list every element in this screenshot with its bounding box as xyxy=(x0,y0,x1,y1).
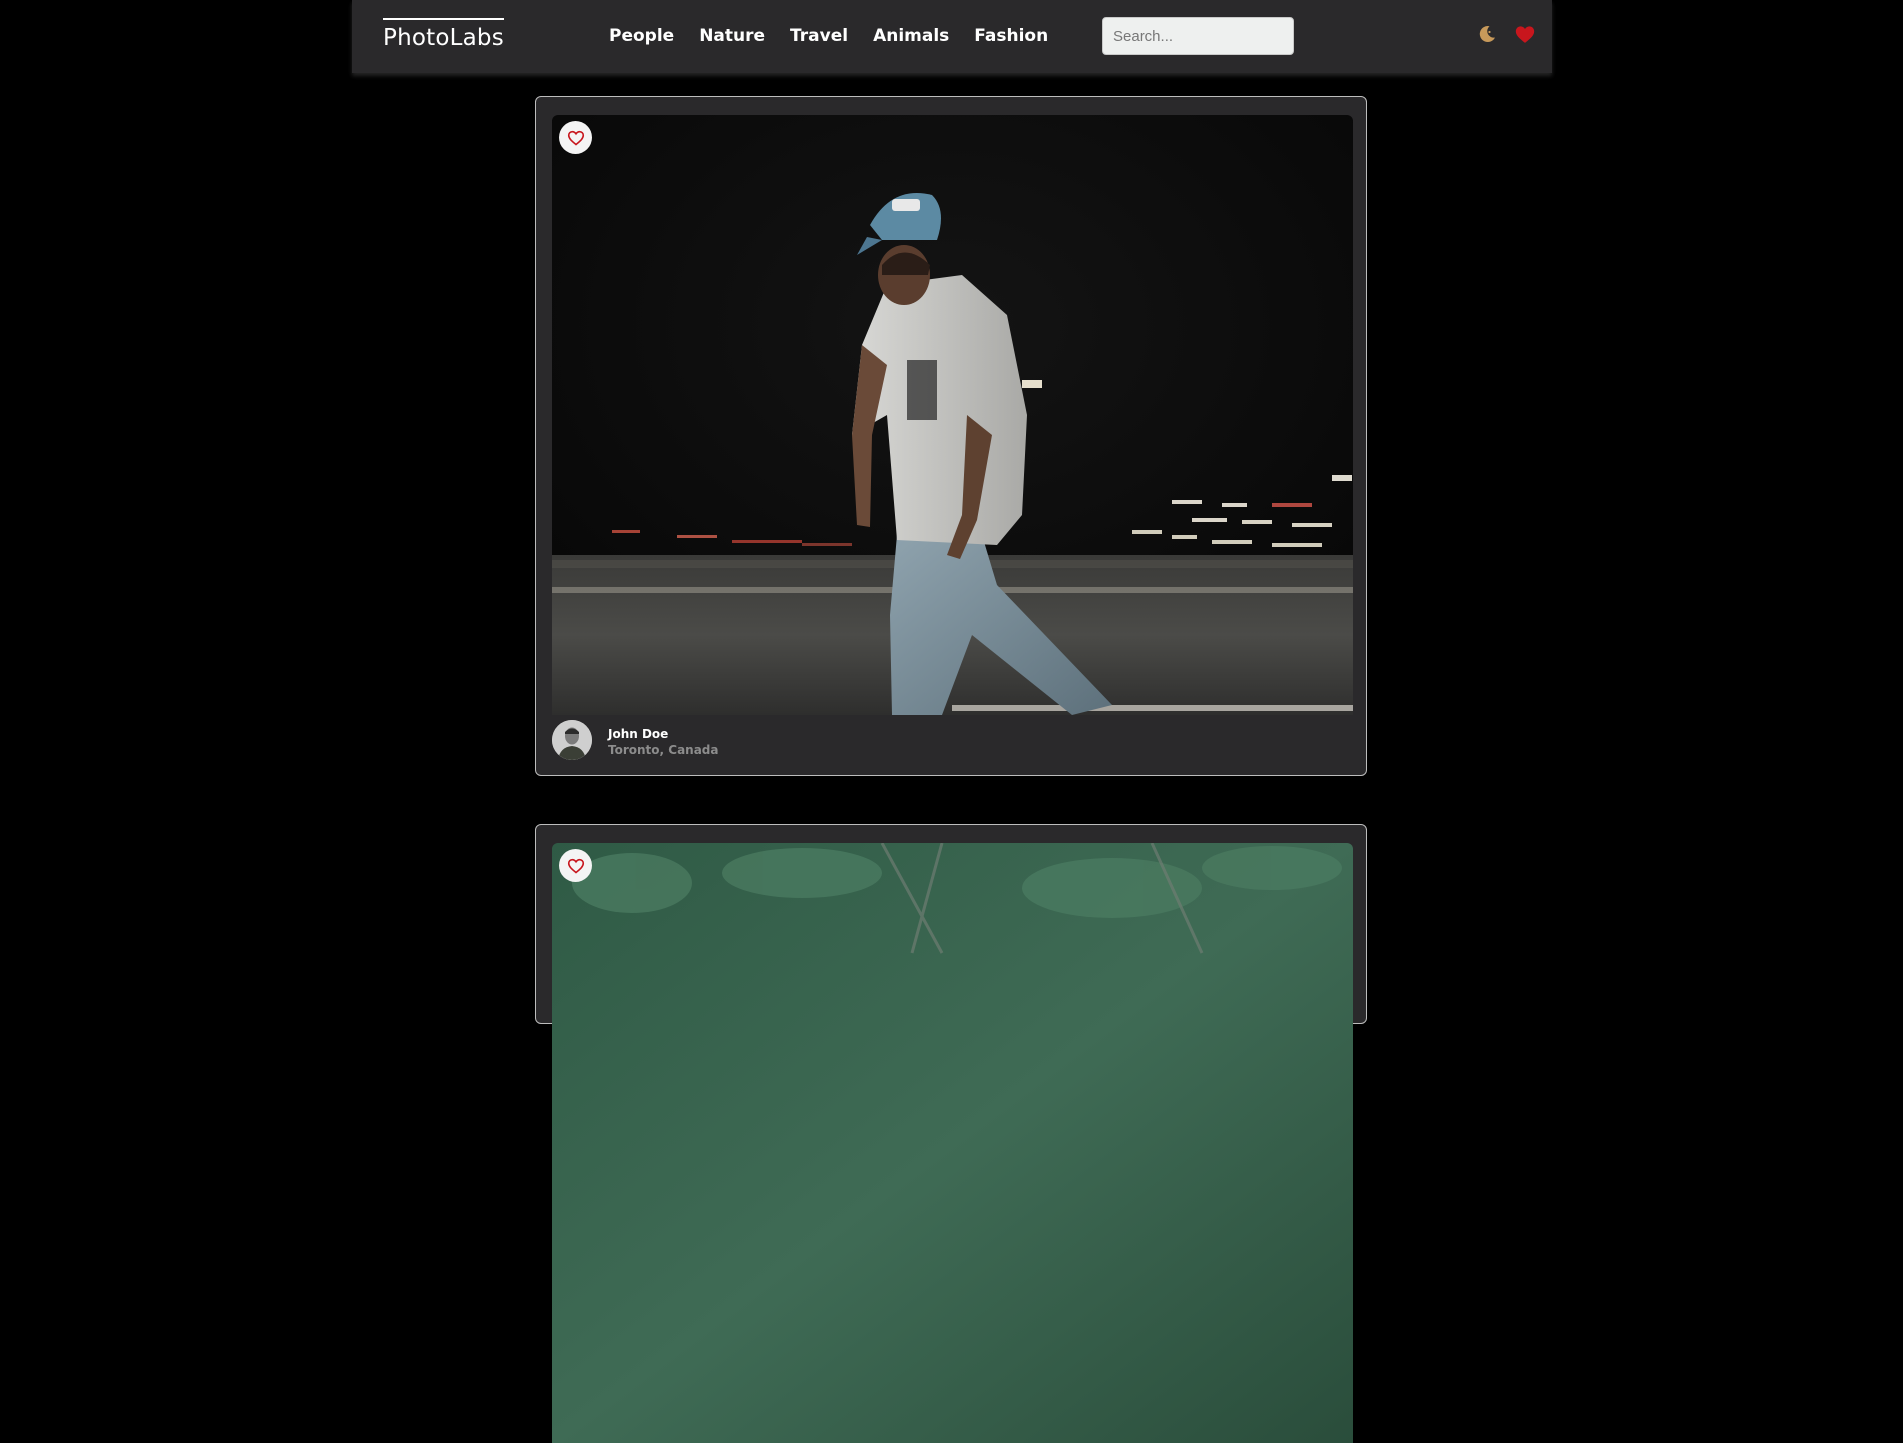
top-navigation-bar: PhotoLabs People Nature Travel Animals F… xyxy=(352,0,1552,73)
author-name: John Doe xyxy=(608,727,669,741)
heart-outline-icon[interactable] xyxy=(559,849,592,882)
photo-card xyxy=(535,824,1367,1443)
topic-list: People Nature Travel Animals Fashion xyxy=(609,24,1073,49)
topic-people[interactable]: People xyxy=(609,24,674,49)
author-location: Toronto, Canada xyxy=(608,743,719,757)
moon-icon[interactable] xyxy=(1477,24,1497,44)
favorites-heart-icon[interactable] xyxy=(1515,25,1535,44)
photo-image[interactable] xyxy=(552,843,1353,1443)
photo-card: John Doe Toronto, Canada xyxy=(535,96,1367,776)
topic-animals[interactable]: Animals xyxy=(873,24,949,49)
avatar[interactable] xyxy=(552,720,592,760)
photo-image[interactable] xyxy=(552,115,1353,715)
topic-travel[interactable]: Travel xyxy=(790,24,848,49)
topic-nature[interactable]: Nature xyxy=(699,24,765,49)
app-logo[interactable]: PhotoLabs xyxy=(383,18,504,54)
heart-outline-icon[interactable] xyxy=(559,121,592,154)
search-input[interactable] xyxy=(1102,17,1294,55)
topic-fashion[interactable]: Fashion xyxy=(974,24,1048,49)
